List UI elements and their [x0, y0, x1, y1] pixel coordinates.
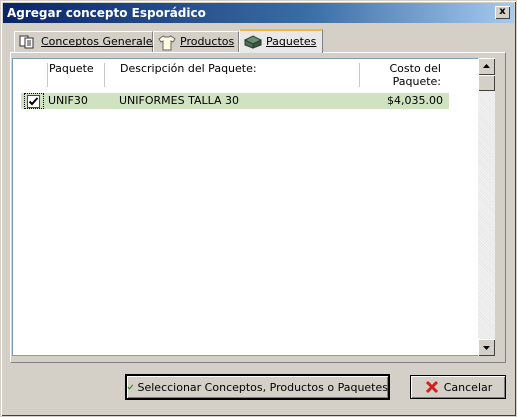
grid-header: Paquete Descripción del Paquete: Costo d… — [13, 59, 450, 91]
checkmark-icon — [28, 97, 39, 106]
box-icon — [243, 35, 263, 49]
row-checkbox[interactable] — [27, 95, 40, 108]
tab-label: Productos — [180, 35, 235, 48]
vertical-scrollbar[interactable] — [478, 58, 495, 356]
tab-label: Conceptos Generales — [41, 35, 159, 48]
tab-productos[interactable]: Productos — [153, 31, 239, 52]
tab-label: Paquetes — [266, 35, 317, 48]
close-button[interactable]: x — [495, 6, 510, 19]
cell-descripcion: UNIFORMES TALLA 30 — [119, 94, 239, 107]
table-row[interactable]: UNIF30 UNIFORMES TALLA 30 $4,035.00 — [21, 93, 449, 109]
packages-grid[interactable]: Paquete Descripción del Paquete: Costo d… — [12, 58, 479, 356]
cell-costo: $4,035.00 — [387, 94, 443, 107]
cancel-label: Cancelar — [443, 380, 493, 394]
select-items-button[interactable]: Seleccionar Conceptos, Productos o Paque… — [125, 374, 390, 400]
column-header-descripcion[interactable]: Descripción del Paquete: — [116, 59, 356, 91]
cancel-button[interactable]: Cancelar — [410, 375, 506, 399]
scroll-up-button[interactable] — [478, 58, 495, 75]
cell-paquete: UNIF30 — [48, 94, 88, 107]
scroll-thumb[interactable] — [478, 75, 495, 91]
column-header-paquete[interactable]: Paquete — [45, 59, 117, 91]
scroll-down-button[interactable] — [478, 339, 495, 356]
select-items-label: Seleccionar Conceptos, Productos o Paque… — [137, 380, 389, 394]
checkmark-icon — [127, 384, 134, 390]
title-bar[interactable]: Agregar concepto Esporádico x — [3, 3, 514, 23]
window-title: Agregar concepto Esporádico — [7, 6, 206, 20]
dialog-window: Agregar concepto Esporádico x Conceptos … — [0, 0, 517, 417]
arrow-up-icon — [483, 64, 490, 68]
column-divider — [359, 63, 360, 87]
tab-conceptos-generales[interactable]: Conceptos Generales — [14, 31, 158, 52]
tab-strip: Conceptos Generales Productos Paquetes — [14, 29, 514, 53]
cancel-icon — [425, 380, 438, 394]
document-icon — [19, 35, 35, 49]
column-divider — [104, 63, 105, 87]
tab-paquetes[interactable]: Paquetes — [239, 29, 323, 53]
column-divider — [47, 63, 48, 87]
shirt-icon — [158, 35, 176, 51]
arrow-down-icon — [483, 346, 490, 350]
column-header-costo[interactable]: Costo del Paquete: — [365, 59, 445, 91]
